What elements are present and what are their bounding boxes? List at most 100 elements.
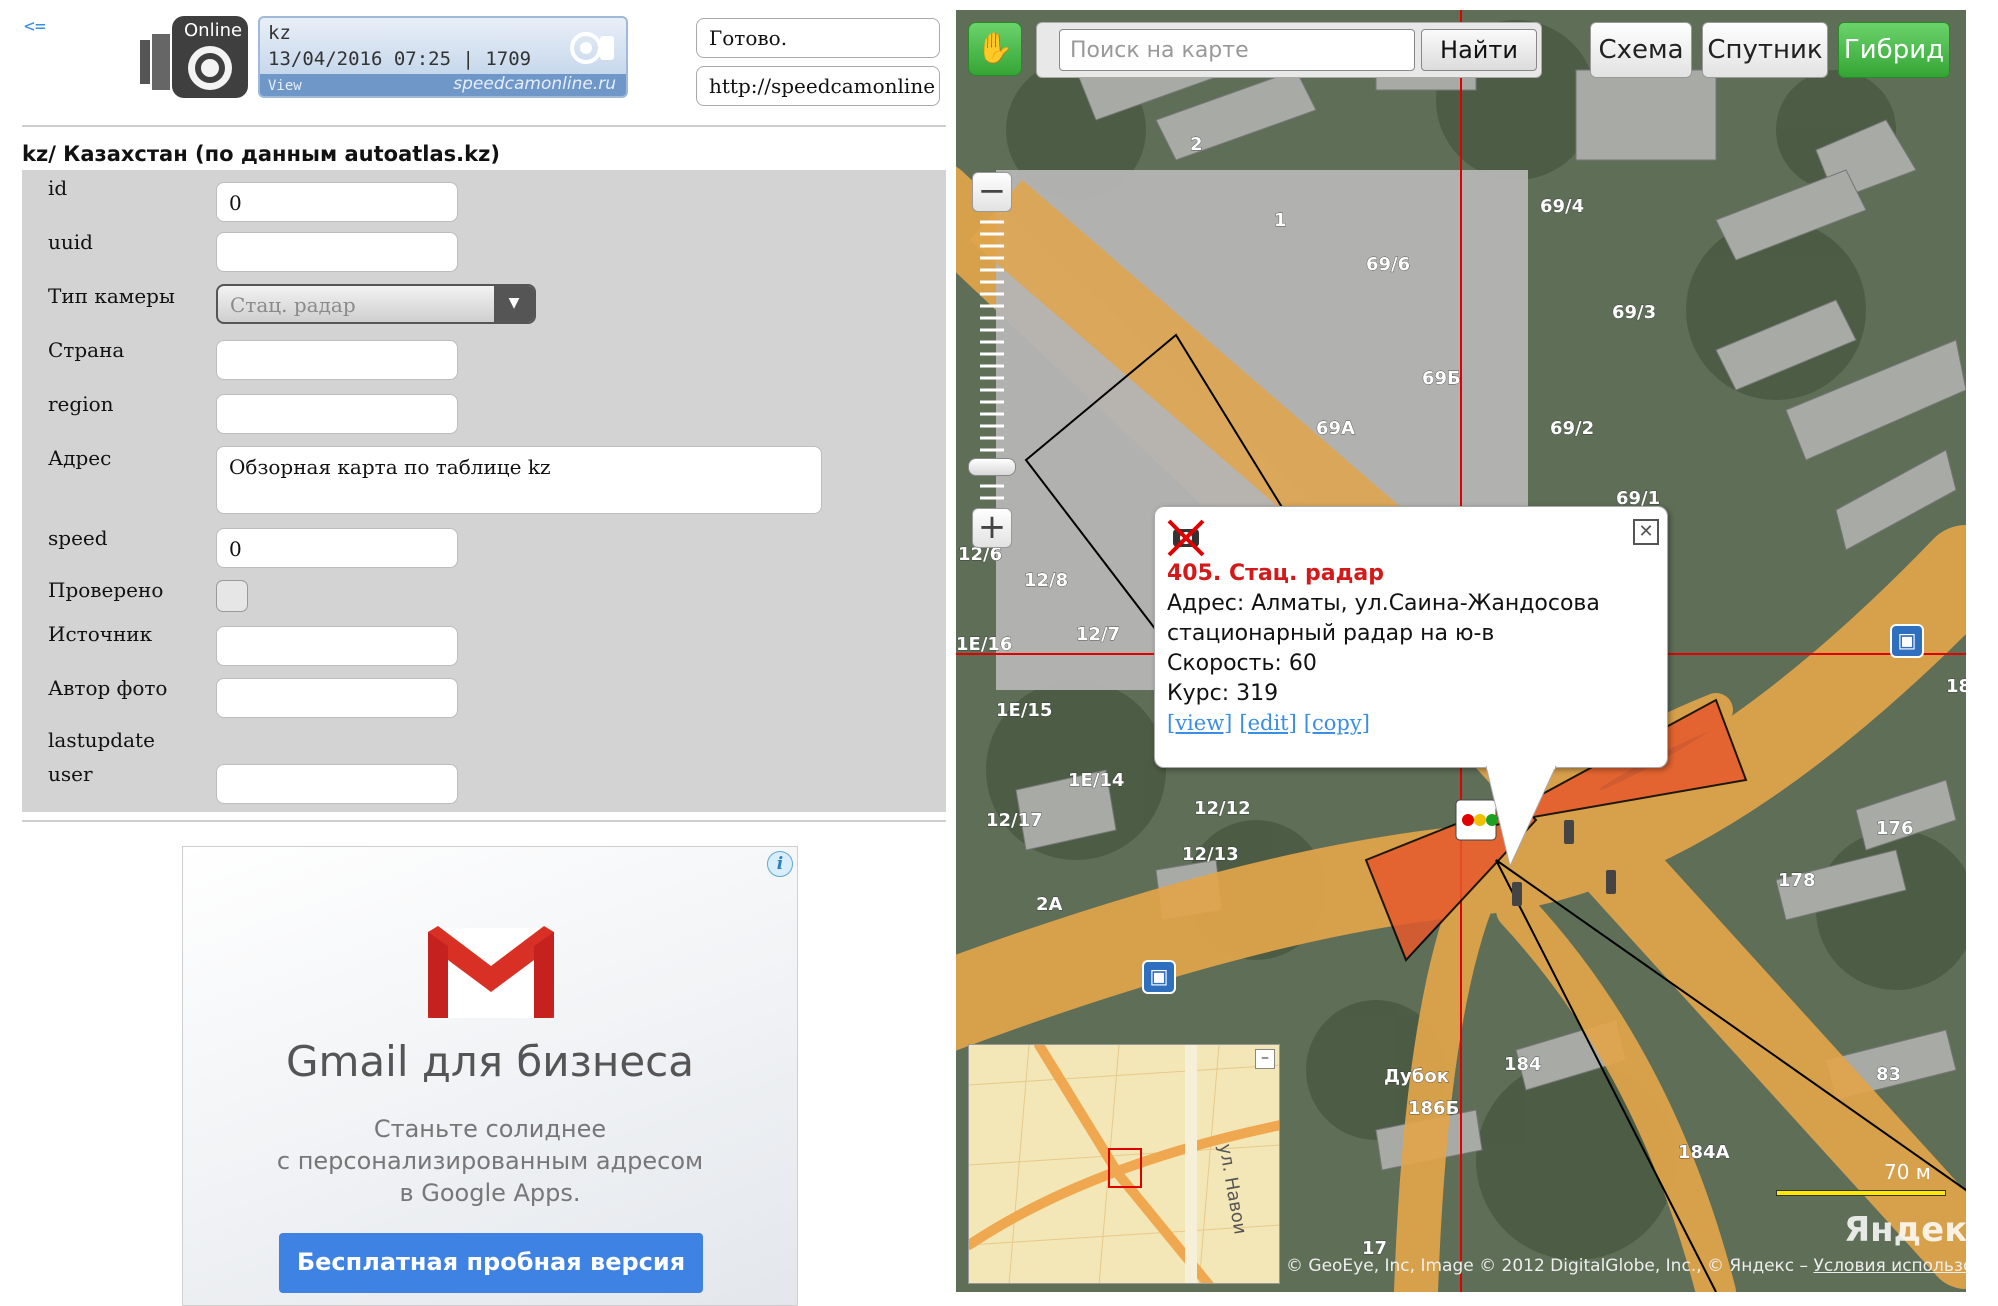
scale-bar [1776,1190,1946,1196]
svg-text:12/8: 12/8 [1024,570,1068,591]
label-region: region [48,392,114,416]
balloon-address: Адрес: Алматы, ул.Саина-Жандосова [1167,591,1600,616]
banner-country: kz [268,22,291,44]
overview-minimap[interactable]: ул. Навои – [968,1044,1280,1284]
country-field[interactable] [216,340,458,380]
svg-text:1Е/14: 1Е/14 [1068,770,1124,791]
copy-link[interactable]: [copy] [1304,711,1370,735]
bus-stop-icon[interactable]: ▣ [1142,960,1176,994]
label-id: id [48,176,68,200]
svg-text:12/12: 12/12 [1194,798,1251,819]
section-title: kz/ Казахстан (по данным autoatlas.kz) [22,142,500,166]
svg-text:69/2: 69/2 [1550,418,1594,439]
speed-field[interactable]: 0 [216,528,458,568]
terms-link[interactable]: Условия использования [1813,1256,1966,1276]
map-type-satellite-button[interactable]: Спутник [1702,22,1828,78]
svg-text:2: 2 [1190,134,1203,155]
edit-link[interactable]: [edit] [1239,711,1296,735]
svg-text:12/13: 12/13 [1182,844,1239,865]
logo-online-text: Online [184,20,242,41]
speedcam-logo: Online [138,14,252,100]
status-url-field[interactable]: http://speedcamonline [696,66,940,106]
label-verified: Проверено [48,578,164,602]
label-lastupdate: lastupdate [48,728,155,752]
map-search-input[interactable]: Поиск на карте [1059,29,1415,71]
close-icon[interactable]: ✕ [1633,519,1659,545]
banner-site-label: speedcamonline.ru [453,74,616,94]
label-speed: speed [48,526,108,550]
label-address: Адрес [48,446,112,470]
back-link[interactable]: <= [24,16,46,37]
svg-text:83: 83 [1876,1064,1901,1085]
svg-text:Дубок: Дубок [1384,1066,1449,1087]
label-user: user [48,762,93,786]
balloon-links: [view] [edit] [copy] [1167,711,1370,736]
svg-text:12/17: 12/17 [986,810,1043,831]
zoom-slider[interactable] [972,172,1012,552]
gmail-ad[interactable]: i Gmail для бизнеса Станьте солиднее с п… [182,846,798,1306]
svg-text:1Е/15: 1Е/15 [996,700,1052,721]
hand-drag-icon[interactable]: ✋ [968,22,1022,76]
bus-stop-icon[interactable]: ▣ [1890,624,1924,658]
camera-icon [570,32,614,64]
camera-type-value: Стац. радар [230,293,356,317]
user-field[interactable] [216,764,458,804]
address-field[interactable]: Обзорная карта по таблице kz [216,446,822,514]
label-country: Страна [48,338,125,362]
svg-text:176: 176 [1876,818,1914,839]
balloon-tail [1486,766,1557,868]
svg-text:69А: 69А [1316,418,1355,439]
label-uuid: uuid [48,230,93,254]
gmail-logo-icon [428,926,554,1018]
camera-type-select[interactable]: Стац. радар ▼ [216,284,536,324]
region-field[interactable] [216,394,458,434]
balloon-description: стационарный радар на ю-в [1167,621,1495,646]
svg-text:1Е/16: 1Е/16 [956,634,1012,655]
zoom-in-button[interactable]: + [972,508,1012,548]
info-icon[interactable]: i [767,851,793,877]
free-trial-button[interactable]: Бесплатная пробная версия [279,1233,703,1293]
svg-text:184А: 184А [1678,1142,1730,1163]
speedcam-banner[interactable]: kz 13/04/2016 07:25 | 1709 View speedcam… [258,16,628,98]
radar-camera-icon [1167,519,1205,557]
balloon-speed: Скорость: 60 [1167,651,1317,676]
copyright-text: © GeoEye, Inc, Image © 2012 DigitalGlobe… [1286,1256,1809,1276]
scale-label: 70 м [1884,1160,1931,1184]
label-photo-author: Автор фото [48,676,168,700]
map-view[interactable]: 1 2 69/6 69/4 69/3 69Б 69А 69/2 69/1 12/… [956,10,1966,1292]
svg-text:69/3: 69/3 [1612,302,1656,323]
yandex-logo: Яндекс [1844,1210,1966,1250]
svg-text:18: 18 [1946,676,1966,697]
banner-view-label: View [268,78,302,94]
svg-text:186Б: 186Б [1408,1098,1459,1119]
map-type-scheme-button[interactable]: Схема [1590,22,1692,78]
map-search-button[interactable]: Найти [1421,29,1537,71]
photo-author-field[interactable] [216,678,458,718]
id-field[interactable]: 0 [216,182,458,222]
ad-text-line: Станьте солиднее [373,1115,607,1143]
map-type-hybrid-button[interactable]: Гибрид [1838,22,1950,78]
svg-text:12/7: 12/7 [1076,624,1120,645]
svg-text:1: 1 [1274,210,1287,231]
source-field[interactable] [216,626,458,666]
map-copyright: © GeoEye, Inc, Image © 2012 DigitalGlobe… [1286,1256,1966,1276]
status-text: Готово. [696,18,940,58]
uuid-field[interactable] [216,232,458,272]
zoom-out-button[interactable]: − [972,172,1012,212]
svg-text:184: 184 [1504,1054,1542,1075]
label-camera-type: Тип камеры [48,284,175,308]
minimap-collapse-button[interactable]: – [1255,1049,1275,1069]
svg-text:69Б: 69Б [1422,368,1461,389]
svg-text:69/6: 69/6 [1366,254,1410,275]
camera-form: id 0 uuid Тип камеры Стац. радар ▼ Стран… [22,170,946,812]
verified-checkbox[interactable] [216,580,248,612]
view-link[interactable]: [view] [1167,711,1232,735]
minimap-canvas: ул. Навои [969,1045,1279,1283]
ad-text-line: в Google Apps. [399,1179,581,1207]
balloon-course: Курс: 319 [1167,681,1279,706]
ad-text-line: с персонализированным адресом [276,1147,704,1175]
zoom-slider-handle[interactable] [968,458,1016,476]
map-search-bar: Поиск на карте Найти [1036,22,1542,78]
divider [22,125,946,128]
ad-title: Gmail для бизнеса [285,1037,695,1086]
